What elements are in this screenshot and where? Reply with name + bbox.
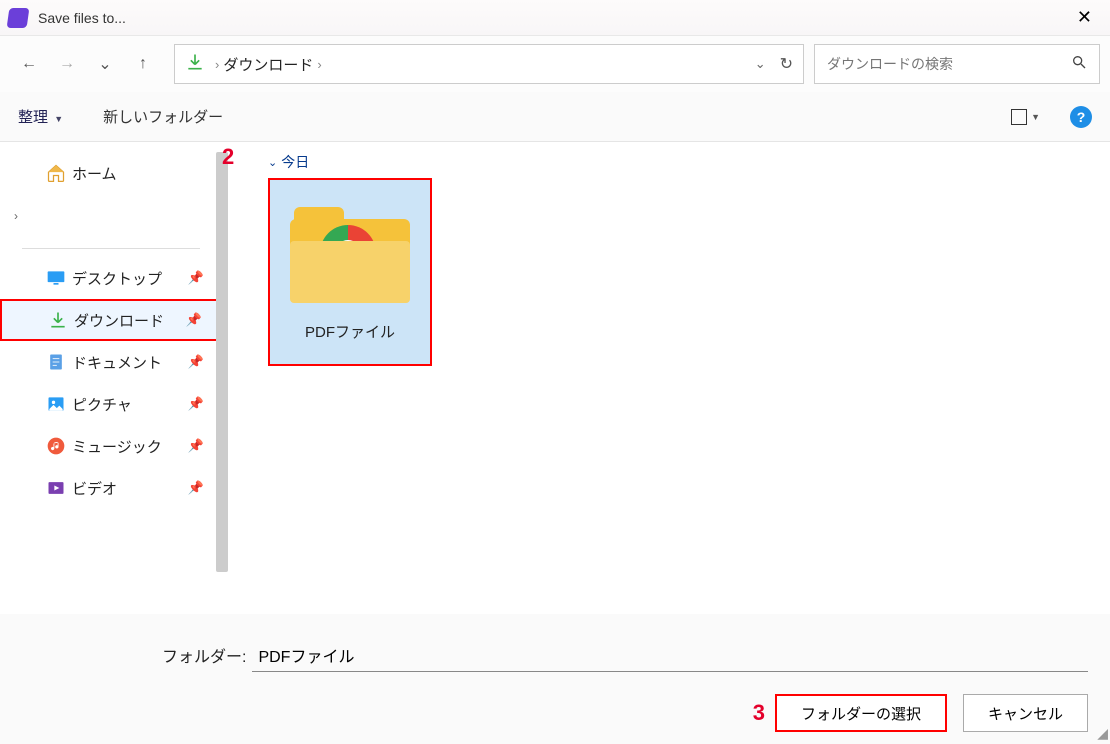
music-icon: [46, 436, 66, 456]
sidebar-item-label: ドキュメント: [72, 352, 162, 373]
search-icon[interactable]: [1071, 54, 1087, 74]
toolbar: 整理 ▼ 新しいフォルダー ▼ ?: [0, 92, 1110, 142]
breadcrumb-separator: ›: [215, 57, 219, 72]
view-mode-button[interactable]: [1011, 109, 1027, 125]
content-pane: 2 ⌄ 今日 PDFファイル: [222, 142, 1110, 614]
sidebar-item-label: ビデオ: [72, 478, 117, 499]
folder-tile-pdf[interactable]: PDFファイル: [268, 178, 432, 366]
sidebar-item-label: ダウンロード: [74, 310, 164, 331]
folder-name: PDFファイル: [305, 321, 395, 342]
documents-icon: [46, 352, 66, 372]
view-mode-dropdown[interactable]: ▼: [1031, 112, 1040, 122]
titlebar: Save files to... ✕: [0, 0, 1110, 36]
sidebar-item-desktop[interactable]: デスクトップ 📌: [0, 257, 222, 299]
downloads-icon: [48, 310, 68, 330]
footer: フォルダー: 3 フォルダーの選択 キャンセル ◢: [0, 614, 1110, 744]
close-button[interactable]: ✕: [1067, 3, 1102, 32]
videos-icon: [46, 478, 66, 498]
select-folder-button[interactable]: フォルダーの選択: [775, 694, 947, 732]
group-label: 今日: [281, 152, 309, 172]
pin-icon[interactable]: 📌: [188, 354, 204, 370]
search-input[interactable]: [827, 56, 1071, 72]
chevron-down-icon: ▼: [54, 114, 63, 124]
sidebar-item-home[interactable]: ホーム: [0, 152, 222, 194]
annotation-2: 2: [222, 144, 234, 170]
help-button[interactable]: ?: [1070, 106, 1092, 128]
sidebar-item-pictures[interactable]: ピクチャ 📌: [0, 383, 222, 425]
breadcrumb-downloads[interactable]: ダウンロード: [223, 54, 313, 75]
folder-icon: [290, 203, 410, 303]
downloads-icon: [185, 52, 205, 77]
resize-grip[interactable]: ◢: [1097, 725, 1108, 742]
address-bar[interactable]: › ダウンロード › ⌄ ↻: [174, 44, 804, 84]
app-icon: [7, 8, 30, 28]
sidebar-item-label: ピクチャ: [72, 394, 132, 415]
pin-icon[interactable]: 📌: [188, 480, 204, 496]
annotation-3: 3: [753, 700, 765, 726]
sidebar-item-documents[interactable]: ドキュメント 📌: [0, 341, 222, 383]
pin-icon[interactable]: 📌: [188, 396, 204, 412]
sidebar-item-label: デスクトップ: [72, 268, 162, 289]
breadcrumb-separator: ›: [317, 57, 321, 72]
forward-button[interactable]: →: [48, 45, 86, 83]
sidebar-separator: [22, 248, 200, 249]
sidebar: ホーム › 1 デスクトップ 📌 ダウンロード 📌 ドキュメント: [0, 142, 222, 614]
new-folder-button[interactable]: 新しいフォルダー: [103, 106, 223, 127]
search-box[interactable]: [814, 44, 1100, 84]
sidebar-item-music[interactable]: ミュージック 📌: [0, 425, 222, 467]
window-title: Save files to...: [38, 10, 1067, 26]
nav-bar: ← → ⌄ ↑ › ダウンロード › ⌄ ↻: [0, 36, 1110, 92]
pin-icon[interactable]: 📌: [186, 312, 202, 328]
pin-icon[interactable]: 📌: [188, 438, 204, 454]
sidebar-item-downloads[interactable]: ダウンロード 📌: [0, 299, 222, 341]
organize-menu[interactable]: 整理 ▼: [18, 106, 63, 127]
home-icon: [46, 163, 66, 183]
desktop-icon: [46, 268, 66, 288]
chevron-right-icon: ›: [14, 209, 18, 223]
cancel-button[interactable]: キャンセル: [963, 694, 1088, 732]
pictures-icon: [46, 394, 66, 414]
recent-dropdown[interactable]: ⌄: [86, 45, 124, 83]
refresh-button[interactable]: ↻: [780, 54, 793, 74]
up-button[interactable]: ↑: [124, 45, 162, 83]
address-dropdown[interactable]: ⌄: [755, 56, 766, 72]
folder-name-input[interactable]: [252, 638, 1088, 672]
sidebar-item-label: ホーム: [72, 163, 117, 184]
sidebar-item-videos[interactable]: ビデオ 📌: [0, 467, 222, 509]
folder-field-label: フォルダー:: [162, 643, 246, 667]
body: ホーム › 1 デスクトップ 📌 ダウンロード 📌 ドキュメント: [0, 142, 1110, 614]
back-button[interactable]: ←: [10, 45, 48, 83]
chevron-down-icon: ⌄: [268, 156, 277, 169]
sidebar-item-blurred[interactable]: ›: [0, 194, 222, 238]
group-header-today[interactable]: ⌄ 今日: [268, 152, 1110, 172]
pin-icon[interactable]: 📌: [188, 270, 204, 286]
sidebar-item-label: ミュージック: [72, 436, 162, 457]
